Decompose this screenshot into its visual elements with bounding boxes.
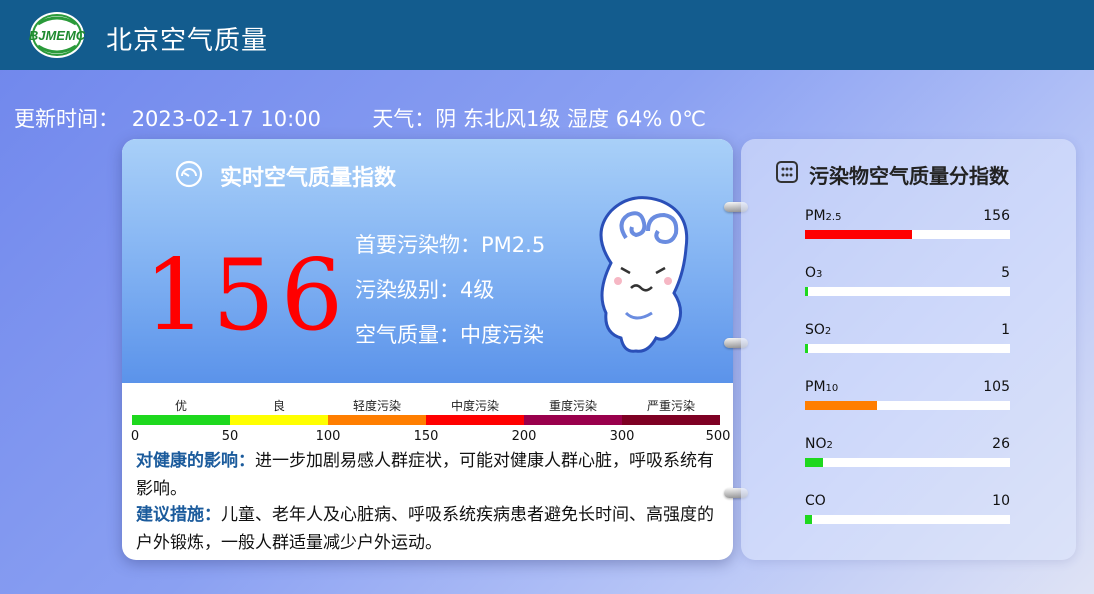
- mascot-illustration: [586, 193, 696, 363]
- aqi-scale: 优 良 轻度污染 中度污染 重度污染 严重污染 0 50 100 150 200 300 500: [130, 397, 731, 447]
- pollutant-row: PM10 105: [805, 379, 1010, 410]
- advice: 建议措施：儿童、老年人及心脏病、呼吸系统疾病患者避免长时间、高强度的户外锻炼，一…: [136, 501, 726, 557]
- scale-tick: 500: [705, 429, 731, 444]
- update-info: 更新时间： 2023-02-17 10:00 天气：阴 东北风1级 湿度 64%…: [14, 103, 712, 133]
- health-impact-label: 对健康的影响：: [136, 451, 255, 471]
- pollutant-bar-track: [805, 230, 1010, 239]
- scale-tick: 150: [413, 429, 439, 444]
- air-quality-status: 空气质量：中度污染: [355, 323, 544, 347]
- scale-tick: 200: [511, 429, 537, 444]
- scale-label: 严重污染: [646, 399, 695, 413]
- pollutant-bar-track: [805, 287, 1010, 296]
- scale-segment: [328, 415, 426, 425]
- top-bar: BJMEMC 北京空气质量: [0, 0, 1094, 70]
- pollutant-value: 10: [992, 493, 1010, 509]
- pollutant-bar-fill: [805, 344, 808, 353]
- pollutant-name: O3: [805, 265, 823, 281]
- pollutant-row: SO2 1: [805, 322, 1010, 353]
- advice-label: 建议措施：: [136, 505, 221, 525]
- scale-tick: 300: [609, 429, 635, 444]
- grid-icon: [776, 161, 798, 187]
- update-time-value: 2023-02-17 10:00: [131, 107, 321, 131]
- pollutant-bar-fill: [805, 287, 808, 296]
- health-impact: 对健康的影响：进一步加剧易感人群症状，可能对健康人群心脏，呼吸系统有影响。: [136, 447, 726, 503]
- pollutant-bar-track: [805, 458, 1010, 467]
- pollutant-bar-track: [805, 401, 1010, 410]
- scale-label: 优: [174, 399, 187, 413]
- advice-text: 儿童、老年人及心脏病、呼吸系统疾病患者避免长时间、高强度的户外锻炼，一般人群适量…: [136, 505, 714, 553]
- scale-label: 轻度污染: [352, 399, 401, 413]
- pollutant-card-title: 污染物空气质量分指数: [809, 164, 1009, 188]
- primary-pollutant: 首要污染物：PM2.5: [355, 233, 546, 257]
- pollutant-value: 5: [1001, 265, 1010, 281]
- aqi-value: 156: [144, 239, 350, 353]
- scale-segment: [622, 415, 720, 425]
- app-title: 北京空气质量: [106, 26, 269, 56]
- pollutant-value: 156: [983, 208, 1010, 224]
- pollutant-row: CO 10: [805, 493, 1010, 524]
- weather-info: 天气：阴 东北风1级 湿度 64% 0℃: [372, 107, 706, 131]
- pollutant-name: SO2: [805, 322, 832, 338]
- pollutant-bar-track: [805, 515, 1010, 524]
- pollutant-row: NO2 26: [805, 436, 1010, 467]
- pollutant-name: CO: [805, 493, 826, 509]
- scale-segment: [524, 415, 622, 425]
- bjmemc-logo[interactable]: BJMEMC: [26, 10, 88, 60]
- aqi-card-header: 实时空气质量指数 156 首要污染物：PM2.5 污染级别：4级 空气质量：中度…: [122, 139, 733, 383]
- pollutant-value: 1: [1001, 322, 1010, 338]
- pollutant-bar-fill: [805, 401, 877, 410]
- pollutant-name: PM2.5: [805, 208, 842, 224]
- scale-label: 良: [272, 399, 285, 413]
- pollutant-card: 污染物空气质量分指数 PM2.5 156 O3 5 SO2 1 PM10 105 NO2 26 CO…: [741, 139, 1076, 560]
- pollutant-value: 26: [992, 436, 1010, 452]
- scale-segment: [132, 415, 230, 425]
- pollutant-name: NO2: [805, 436, 833, 452]
- pollutant-bar-track: [805, 344, 1010, 353]
- scale-tick: 100: [315, 429, 341, 444]
- scale-label: 中度污染: [450, 399, 499, 413]
- scale-tick: 50: [221, 429, 239, 444]
- pollutant-bar-fill: [805, 230, 912, 239]
- scale-labels: 优 良 轻度污染 中度污染 重度污染 严重污染: [132, 397, 720, 415]
- pollution-level: 污染级别：4级: [355, 278, 495, 302]
- gauge-icon: [174, 160, 204, 192]
- pollutant-row: PM2.5 156: [805, 208, 1010, 239]
- scale-label: 重度污染: [548, 399, 597, 413]
- scale-ticks: 0 50 100 150 200 300 500: [130, 429, 731, 447]
- logo-text: BJMEMC: [29, 28, 86, 43]
- update-time-label: 更新时间：: [14, 107, 119, 131]
- aqi-card: 实时空气质量指数 156 首要污染物：PM2.5 污染级别：4级 空气质量：中度…: [122, 139, 733, 560]
- scale-tick: 0: [130, 429, 140, 444]
- pollutant-name: PM10: [805, 379, 839, 395]
- scale-bar: [132, 415, 720, 425]
- scale-segment: [230, 415, 328, 425]
- aqi-card-title: 实时空气质量指数: [220, 166, 397, 191]
- pollutant-row: O3 5: [805, 265, 1010, 296]
- pollutant-bar-fill: [805, 458, 823, 467]
- pollutant-value: 105: [983, 379, 1010, 395]
- scale-segment: [426, 415, 524, 425]
- pollutant-bar-fill: [805, 515, 812, 524]
